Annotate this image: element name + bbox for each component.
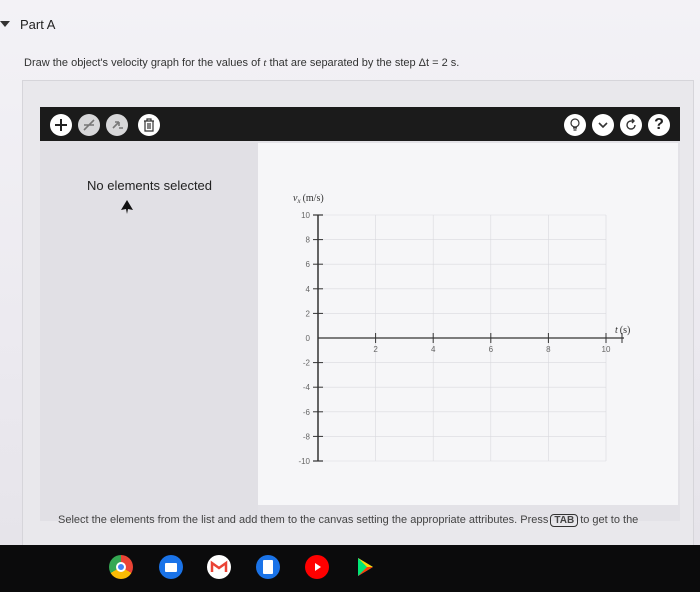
element-list-panel bbox=[40, 141, 258, 521]
instruction-step: Δt = 2 s. bbox=[418, 57, 460, 69]
velocity-graph[interactable]: 2 4 6 8 10 10 8 6 4 2 0 -2 -4 -6 -8 -10 vx (m/s) t (s) bbox=[258, 143, 678, 505]
chrome-icon[interactable] bbox=[109, 555, 133, 579]
y-tick-label: 4 bbox=[306, 285, 311, 294]
y-tick-label: -2 bbox=[303, 359, 311, 368]
y-tick-label: -8 bbox=[303, 432, 311, 441]
taskbar bbox=[0, 545, 700, 592]
x-axis-var: t bbox=[615, 325, 618, 336]
footer-instruction: Select the elements from the list and ad… bbox=[58, 514, 638, 527]
x-tick-label: 8 bbox=[546, 345, 551, 354]
delete-icon[interactable] bbox=[78, 114, 100, 136]
x-axis-unit: (s) bbox=[620, 325, 631, 336]
graph-canvas[interactable]: 2 4 6 8 10 10 8 6 4 2 0 -2 -4 -6 -8 -10 vx (m/s) t (s) bbox=[258, 143, 678, 505]
y-tick-label: -10 bbox=[298, 457, 310, 466]
graph-axes bbox=[317, 215, 624, 461]
part-title: Part A bbox=[20, 16, 56, 32]
collapse-caret-icon[interactable] bbox=[0, 21, 10, 27]
reset-icon[interactable] bbox=[620, 114, 642, 136]
play-store-icon[interactable] bbox=[353, 555, 377, 579]
y-tick-label: -4 bbox=[303, 383, 311, 392]
add-icon[interactable] bbox=[50, 114, 72, 136]
trash-icon[interactable] bbox=[138, 114, 160, 136]
y-tick-label: 0 bbox=[306, 334, 311, 343]
y-axis-unit: (m/s) bbox=[303, 193, 324, 204]
footer-text-after: to get to the bbox=[580, 514, 639, 526]
youtube-icon[interactable] bbox=[305, 555, 329, 579]
y-tick-label: 10 bbox=[301, 211, 310, 220]
help-icon[interactable]: ? bbox=[648, 114, 670, 136]
files-icon[interactable] bbox=[159, 555, 183, 579]
y-tick-label: 6 bbox=[306, 260, 311, 269]
hint-icon[interactable] bbox=[564, 114, 586, 136]
instruction-middle: that are separated by the step bbox=[266, 57, 419, 69]
y-axis-label: vx (m/s) bbox=[293, 193, 324, 205]
instruction-prefix: Draw the object's velocity graph for the… bbox=[24, 57, 264, 69]
y-tick-label: 8 bbox=[306, 236, 311, 245]
x-tick-label: 10 bbox=[602, 345, 611, 354]
docs-icon[interactable] bbox=[256, 555, 280, 579]
y-axis-sub: x bbox=[296, 197, 301, 205]
x-axis-label: t (s) bbox=[615, 325, 630, 336]
footer-text-before: Select the elements from the list and ad… bbox=[58, 514, 549, 526]
move-icon[interactable] bbox=[106, 114, 128, 136]
problem-instruction: Draw the object's velocity graph for the… bbox=[24, 57, 459, 69]
selection-status: No elements selected bbox=[87, 178, 213, 193]
gmail-icon[interactable] bbox=[207, 555, 231, 579]
x-tick-label: 4 bbox=[431, 345, 436, 354]
graph-toolbar: ? bbox=[40, 107, 680, 141]
help-label: ? bbox=[654, 116, 664, 133]
x-tick-label: 2 bbox=[373, 345, 378, 354]
x-tick-label: 6 bbox=[489, 345, 494, 354]
y-tick-label: -6 bbox=[303, 408, 311, 417]
part-header[interactable]: Part A bbox=[0, 12, 55, 36]
mouse-cursor-icon bbox=[121, 200, 133, 214]
y-tick-label: 2 bbox=[306, 309, 311, 318]
tab-key-badge: TAB bbox=[550, 514, 579, 527]
chevron-down-icon[interactable] bbox=[592, 114, 614, 136]
